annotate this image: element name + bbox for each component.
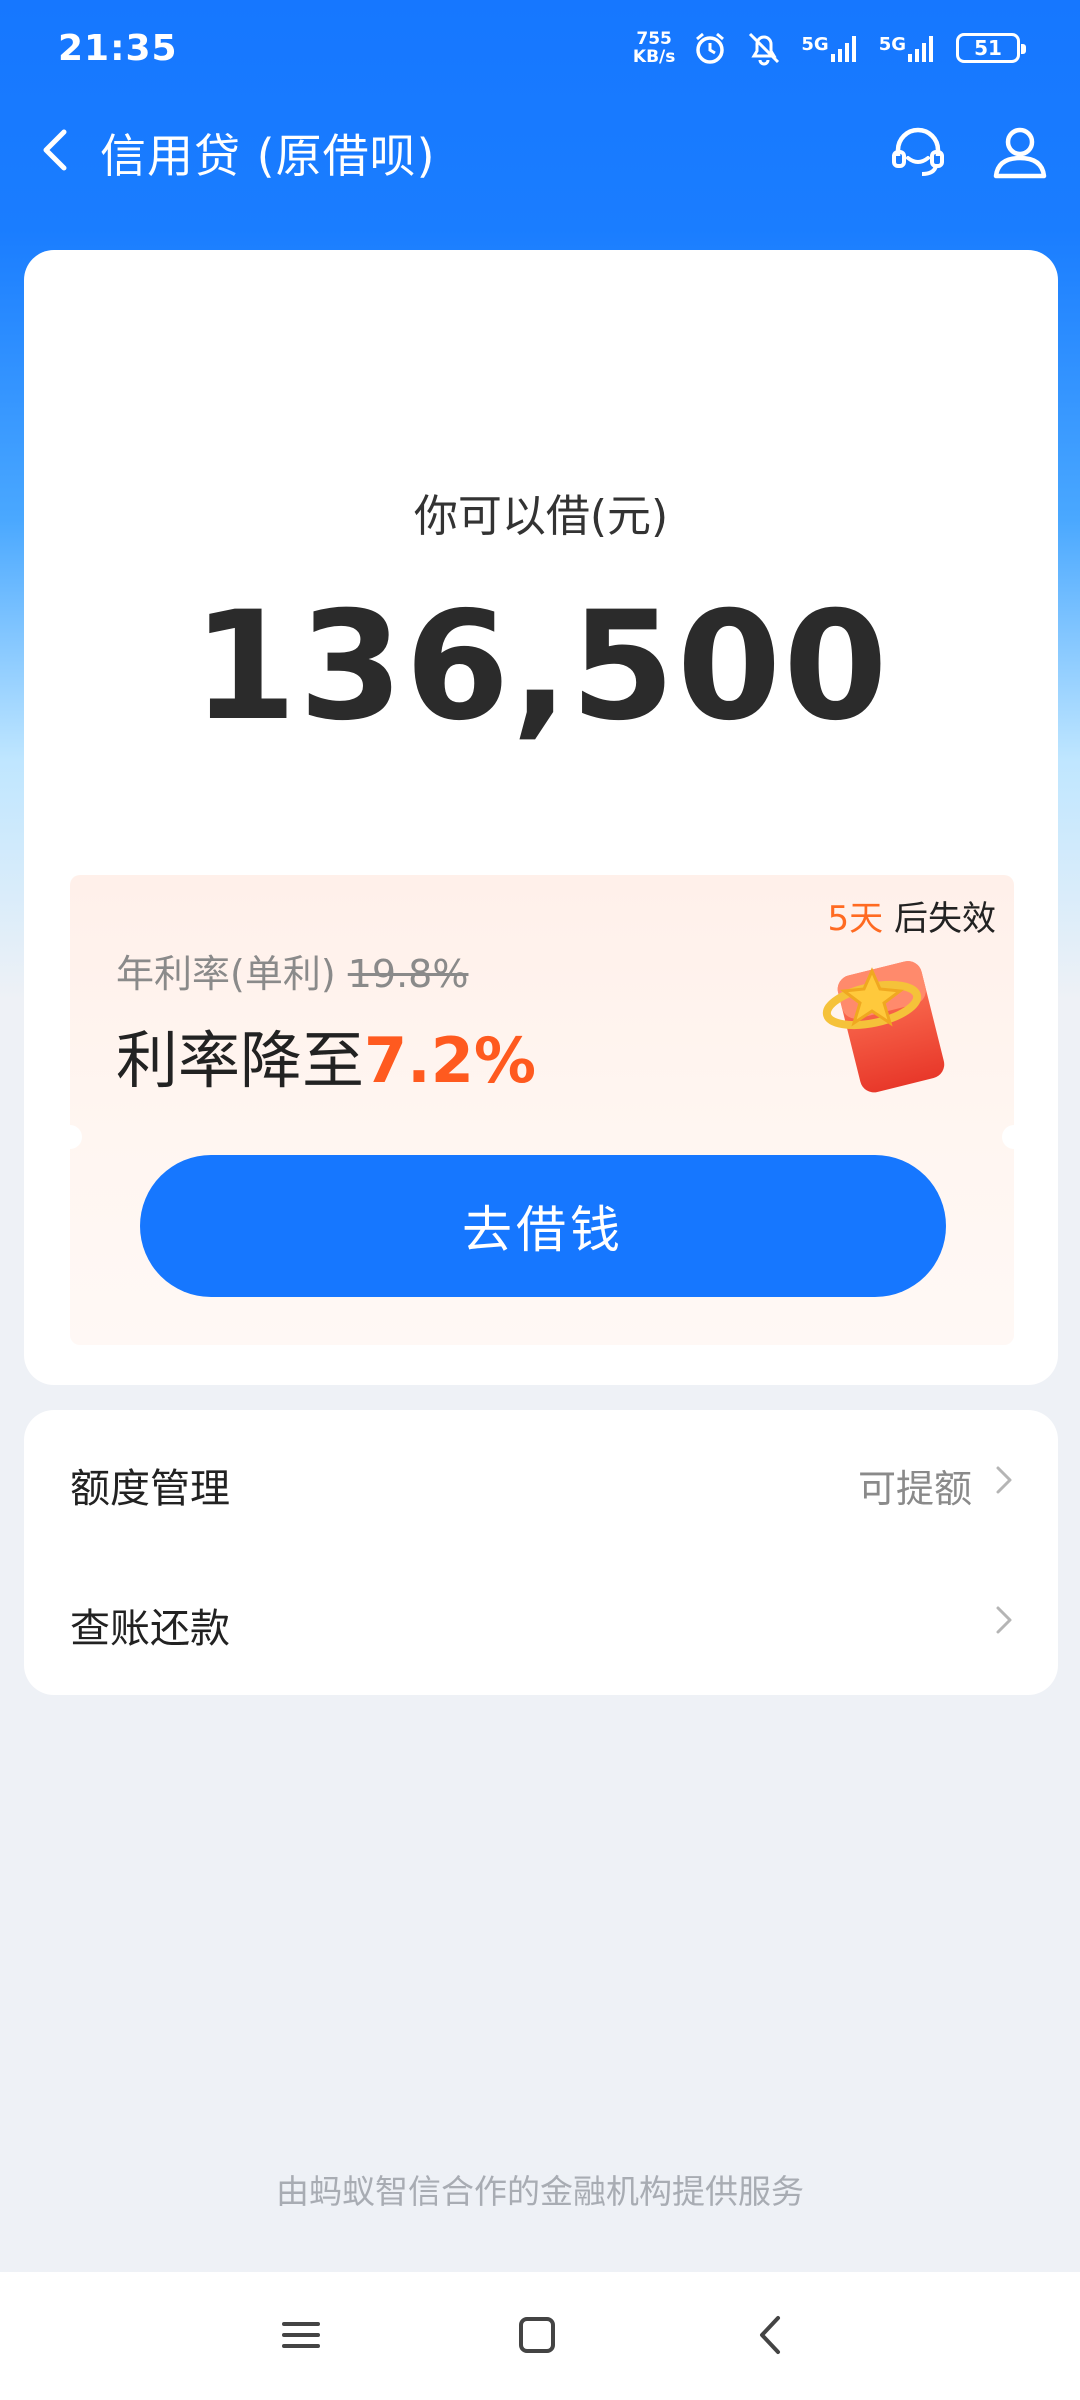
borrow-label: 你可以借(元) bbox=[413, 491, 669, 542]
menu-card: 额度管理 可提额 查账还款 bbox=[24, 1410, 1058, 1695]
customer-service-icon[interactable] bbox=[888, 122, 948, 182]
menu-item-label: 查账还款 bbox=[70, 1606, 230, 1652]
battery-level: 51 bbox=[974, 36, 1002, 60]
net-speed-value: 755 bbox=[636, 29, 672, 49]
loan-amount: 136,500 bbox=[192, 580, 890, 754]
battery-icon: 51 bbox=[956, 33, 1026, 63]
home-icon[interactable] bbox=[512, 2310, 562, 2360]
ticket-notch-right bbox=[1002, 1125, 1026, 1149]
promo-expire: 5天 后失效 bbox=[828, 891, 996, 940]
menu-item-limit-management[interactable]: 额度管理 可提额 bbox=[24, 1410, 1058, 1550]
signal-bars-icon bbox=[830, 36, 856, 62]
borrow-now-button[interactable]: 去借钱 bbox=[140, 1155, 946, 1297]
signal-1: 5G bbox=[801, 34, 860, 62]
menu-item-hint: 可提额 bbox=[857, 1467, 972, 1511]
red-packet-coupon-icon bbox=[822, 961, 945, 1093]
new-rate-line: 利率降至7.2% bbox=[116, 1010, 536, 1100]
status-icons: 755 KB/s 5G 5G 51 bbox=[633, 30, 1026, 66]
net-speed: 755 KB/s bbox=[633, 30, 675, 66]
annual-rate-line: 年利率(单利) 19.8% bbox=[116, 943, 468, 998]
nav-bar: 信用贷 (原借呗) bbox=[0, 100, 1080, 200]
expire-days: 5天 bbox=[827, 899, 884, 939]
user-profile-icon[interactable] bbox=[990, 122, 1050, 182]
ticket-notch-left bbox=[58, 1125, 82, 1149]
loan-card: 你可以借(元) 136,500 5天 后失效 年利率(单利) 19.8% 利率降… bbox=[24, 250, 1058, 1385]
chevron-right-icon bbox=[996, 1466, 1012, 1494]
expire-text: 后失效 bbox=[894, 899, 996, 939]
signal-2-label: 5G bbox=[878, 34, 906, 55]
system-nav-bar bbox=[0, 2272, 1080, 2400]
signal-bars-icon bbox=[908, 36, 933, 62]
rate-promo-panel: 5天 后失效 年利率(单利) 19.8% 利率降至7.2% 去借钱 bbox=[58, 875, 1026, 1345]
annual-rate-label: 年利率(单利) bbox=[116, 952, 336, 996]
signal-2: 5G bbox=[879, 34, 938, 62]
page-title: 信用贷 (原借呗) bbox=[100, 129, 436, 183]
service-provider-note: 由蚂蚁智信合作的金融机构提供服务 bbox=[276, 2172, 804, 2211]
alarm-icon bbox=[696, 32, 725, 64]
new-rate: 7.2% bbox=[364, 1024, 536, 1097]
new-rate-prefix: 利率降至 bbox=[116, 1024, 365, 1097]
signal-1-label: 5G bbox=[801, 34, 829, 55]
status-time: 21:35 bbox=[58, 28, 178, 69]
menu-item-label: 额度管理 bbox=[70, 1466, 230, 1512]
back-arrow-icon[interactable] bbox=[30, 122, 86, 178]
mute-bell-icon bbox=[749, 32, 780, 66]
menu-icon[interactable] bbox=[276, 2310, 326, 2360]
menu-item-bills-repayment[interactable]: 查账还款 bbox=[24, 1550, 1058, 1690]
status-bar: 21:35 755 KB/s 5G 5G 51 bbox=[0, 0, 1080, 100]
old-rate: 19.8% bbox=[347, 952, 469, 996]
chevron-right-icon bbox=[996, 1606, 1012, 1634]
back-icon[interactable] bbox=[746, 2310, 796, 2360]
net-speed-unit: KB/s bbox=[632, 47, 676, 67]
